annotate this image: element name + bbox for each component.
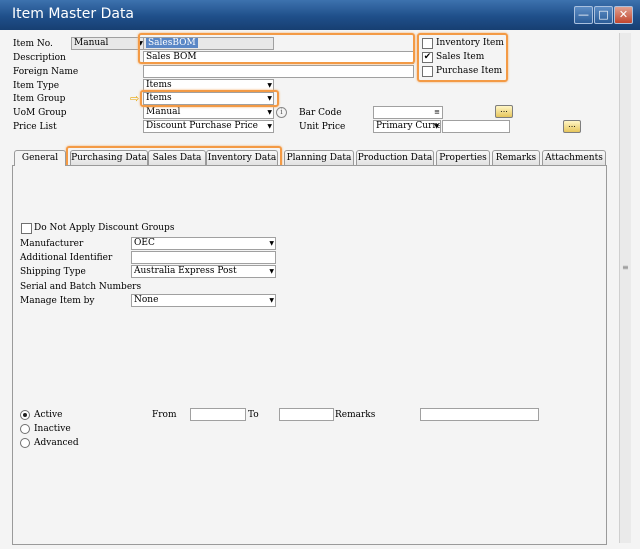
bar-code-choose-button[interactable]: ... bbox=[495, 105, 513, 118]
tab-planning-data[interactable]: Planning Data bbox=[284, 150, 354, 165]
shipping-type-value: Australia Express Post bbox=[134, 266, 237, 276]
manufacturer-dropdown[interactable]: OEC bbox=[131, 237, 276, 250]
item-group-label: Item Group bbox=[13, 94, 66, 104]
tab-production-data[interactable]: Production Data bbox=[356, 150, 434, 165]
manage-item-by-dropdown[interactable]: None bbox=[131, 294, 276, 307]
maximize-button[interactable]: □ bbox=[594, 6, 613, 24]
minimize-icon: — bbox=[578, 8, 589, 21]
item-type-label: Item Type bbox=[13, 81, 60, 91]
tab-inventory-data-label: Inventory Data bbox=[207, 153, 277, 163]
uom-group-label: UoM Group bbox=[13, 108, 67, 118]
manufacturer-value: OEC bbox=[134, 238, 155, 248]
unit-price-choose-button[interactable]: ... bbox=[563, 120, 581, 133]
price-list-label: Price List bbox=[13, 122, 57, 132]
item-type-value: Items bbox=[146, 80, 172, 90]
from-date-input[interactable] bbox=[190, 408, 246, 421]
highlight-item-no-description bbox=[138, 33, 415, 64]
close-button[interactable]: ✕ bbox=[614, 6, 633, 24]
info-icon[interactable]: i bbox=[276, 107, 287, 118]
tab-purchasing-data-label: Purchasing Data bbox=[71, 153, 147, 163]
tab-remarks-label: Remarks bbox=[495, 153, 537, 163]
to-date-input[interactable] bbox=[279, 408, 334, 421]
price-list-value: Discount Purchase Price bbox=[146, 121, 259, 131]
price-list-dropdown[interactable]: Discount Purchase Price bbox=[143, 120, 274, 133]
additional-identifier-input[interactable] bbox=[131, 251, 276, 264]
inactive-label: Inactive bbox=[34, 424, 71, 434]
title-bar[interactable]: Item Master Data — □ ✕ bbox=[0, 0, 640, 30]
uom-group-dropdown[interactable]: Manual bbox=[143, 106, 274, 119]
advanced-radio[interactable] bbox=[20, 438, 30, 448]
manage-item-by-label: Manage Item by bbox=[20, 296, 95, 306]
item-no-label: Item No. bbox=[13, 39, 53, 49]
choose-from-list-icon: ... bbox=[500, 105, 508, 114]
bar-code-input[interactable]: ≡ bbox=[373, 106, 443, 119]
scroll-grip-icon: ≡ bbox=[622, 263, 629, 272]
manufacturer-label: Manufacturer bbox=[20, 239, 84, 249]
uom-group-value: Manual bbox=[146, 107, 181, 117]
bar-code-choose-icon: ≡ bbox=[434, 108, 440, 116]
manage-item-by-value: None bbox=[134, 295, 159, 305]
inactive-radio[interactable] bbox=[20, 424, 30, 434]
tab-attachments-label: Attachments bbox=[545, 153, 603, 163]
tab-inventory-data[interactable]: Inventory Data bbox=[206, 150, 278, 165]
description-label: Description bbox=[13, 53, 66, 63]
window-title: Item Master Data bbox=[12, 6, 135, 22]
info-glyph: i bbox=[280, 108, 283, 116]
foreign-name-label: Foreign Name bbox=[13, 67, 79, 77]
active-label: Active bbox=[34, 410, 63, 420]
series-dropdown[interactable]: Manual bbox=[71, 37, 145, 50]
foreign-name-input[interactable] bbox=[143, 65, 414, 78]
link-arrow-icon[interactable]: ⇨ bbox=[130, 92, 139, 105]
serial-batch-label: Serial and Batch Numbers bbox=[20, 282, 142, 292]
highlight-item-type-checkboxes bbox=[417, 33, 508, 82]
tab-sales-data[interactable]: Sales Data bbox=[148, 150, 206, 165]
tab-properties-label: Properties bbox=[439, 153, 487, 163]
no-discount-checkbox[interactable] bbox=[21, 223, 32, 234]
to-label: To bbox=[248, 410, 259, 420]
vertical-scrollbar[interactable]: ≡ bbox=[619, 33, 631, 543]
general-tab-panel bbox=[12, 165, 607, 545]
unit-price-label: Unit Price bbox=[299, 122, 346, 132]
tab-remarks[interactable]: Remarks bbox=[492, 150, 540, 165]
maximize-icon: □ bbox=[598, 8, 609, 21]
tab-planning-data-label: Planning Data bbox=[286, 153, 352, 163]
item-master-data-window: Item Master Data — □ ✕ Item No. Descript… bbox=[0, 0, 640, 549]
tab-sales-data-label: Sales Data bbox=[152, 153, 202, 163]
shipping-type-dropdown[interactable]: Australia Express Post bbox=[131, 265, 276, 278]
no-discount-label: Do Not Apply Discount Groups bbox=[34, 223, 175, 233]
tab-general[interactable]: General bbox=[14, 150, 66, 166]
remarks-label: Remarks bbox=[335, 410, 376, 420]
additional-identifier-label: Additional Identifier bbox=[20, 253, 113, 263]
highlight-item-group bbox=[140, 90, 279, 107]
unit-price-currency-value: Primary Curre bbox=[376, 121, 441, 131]
minimize-button[interactable]: — bbox=[574, 6, 593, 24]
remarks-input[interactable] bbox=[420, 408, 539, 421]
unit-price-input[interactable] bbox=[442, 120, 510, 133]
close-icon: ✕ bbox=[618, 8, 629, 21]
tab-general-label: General bbox=[21, 153, 59, 163]
tab-attachments[interactable]: Attachments bbox=[542, 150, 606, 165]
tab-production-data-label: Production Data bbox=[357, 153, 433, 163]
bar-code-label: Bar Code bbox=[299, 108, 342, 118]
tab-properties[interactable]: Properties bbox=[436, 150, 490, 165]
shipping-type-label: Shipping Type bbox=[20, 267, 86, 277]
series-value: Manual bbox=[74, 38, 109, 48]
from-label: From bbox=[152, 410, 177, 420]
choose-from-list-icon: ... bbox=[568, 120, 576, 129]
unit-price-currency-dropdown[interactable]: Primary Curre bbox=[373, 120, 441, 133]
advanced-label: Advanced bbox=[34, 438, 79, 448]
active-radio[interactable] bbox=[20, 410, 30, 420]
tab-purchasing-data[interactable]: Purchasing Data bbox=[70, 150, 148, 165]
